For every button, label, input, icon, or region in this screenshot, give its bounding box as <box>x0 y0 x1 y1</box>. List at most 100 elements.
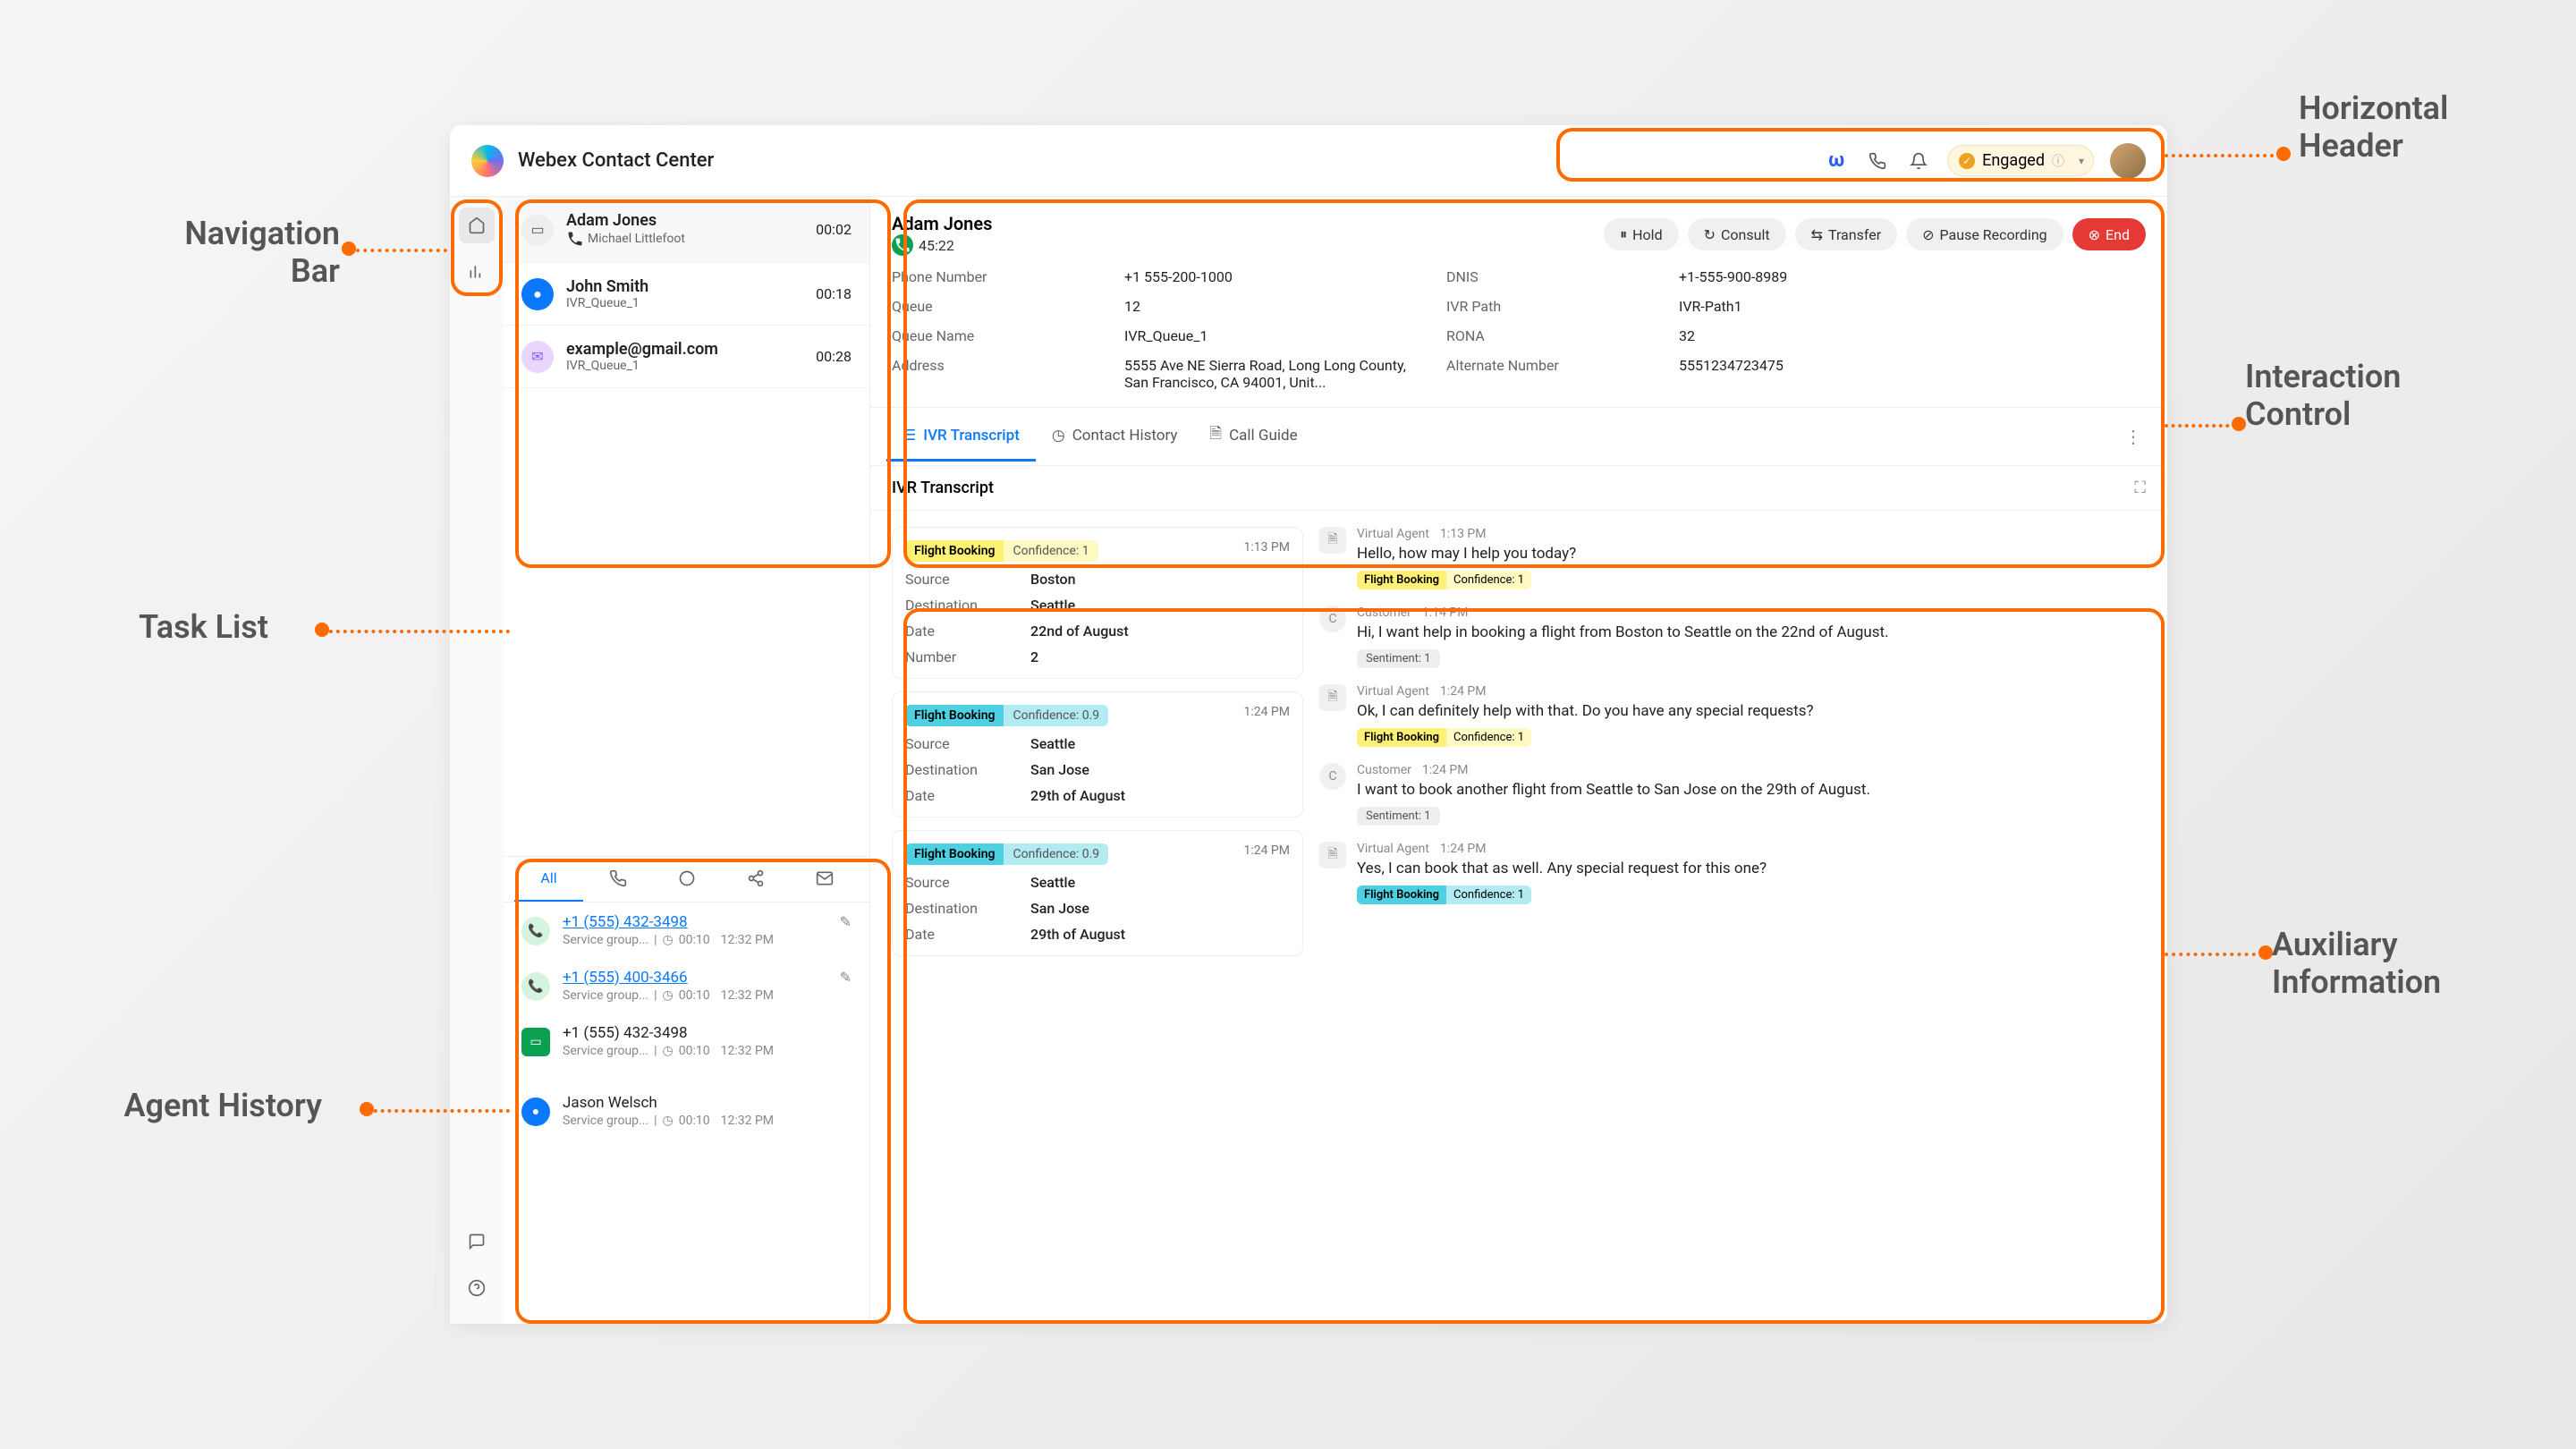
card-time: 1:24 PM <box>1243 705 1290 719</box>
chat-icon: ● <box>521 278 554 310</box>
dial-icon[interactable] <box>1865 148 1890 174</box>
history-tab-mail[interactable] <box>790 857 859 902</box>
task-item[interactable]: ✉ example@gmail.com IVR_Queue_1 00:28 <box>504 326 869 388</box>
history-type-icon: ● <box>521 1097 550 1126</box>
mail-icon: ✉ <box>521 341 554 373</box>
customer-icon: C <box>1319 606 1346 632</box>
ivr-card: 1:24 PM Flight BookingConfidence: 0.9 So… <box>892 691 1303 818</box>
history-tabs: All <box>504 857 869 902</box>
sentiment-chip: Sentiment: 1 <box>1357 807 1440 826</box>
history-tab-chat[interactable] <box>652 857 721 902</box>
transcript-message: 🗎 Virtual Agent1:13 PM Hello, how may I … <box>1319 527 2146 589</box>
tab-ivr-transcript[interactable]: ☰IVR Transcript <box>886 412 1036 462</box>
pause-recording-button[interactable]: ⊘Pause Recording <box>1906 218 2063 250</box>
contact-name: Adam Jones <box>892 213 992 234</box>
task-timer: 00:18 <box>816 285 852 302</box>
app-logo-icon <box>471 145 504 177</box>
history-tab-social[interactable] <box>721 857 790 902</box>
consult-button[interactable]: ↻Consult <box>1688 218 1786 250</box>
more-options-icon[interactable]: ⋮ <box>2124 426 2151 447</box>
callout-label-task: Task List <box>89 608 268 646</box>
status-label: Engaged <box>1982 151 2045 170</box>
virtual-agent-icon: 🗎 <box>1319 842 1346 869</box>
doc-icon: 🗎 <box>1209 422 1222 448</box>
transcript-message: 🗎 Virtual Agent1:24 PM Ok, I can definit… <box>1319 684 2146 747</box>
status-check-icon: ✓ <box>1959 153 1975 169</box>
intent-chip: Flight BookingConfidence: 1 <box>1357 886 1531 904</box>
nav-chat-icon[interactable] <box>459 1224 495 1259</box>
virtual-agent-icon: 🗎 <box>1319 684 1346 711</box>
history-type-icon: 📞 <box>521 972 550 1001</box>
list-icon: ☰ <box>902 427 916 445</box>
message-header: Customer1:14 PM <box>1357 606 2146 620</box>
edit-icon[interactable]: ✎ <box>840 969 852 986</box>
main-content: Adam Jones 45:22 ⏸Hold ↻Consult ⇆Transfe… <box>870 197 2167 1324</box>
history-title[interactable]: +1 (555) 400-3466 <box>563 969 827 987</box>
history-item[interactable]: 📞 +1 (555) 400-3466 Service group...|◷00… <box>504 958 869 1013</box>
call-timer: 45:22 <box>892 234 1006 256</box>
message-text: Ok, I can definitely help with that. Do … <box>1357 702 2146 720</box>
intent-chip: Flight BookingConfidence: 0.9 <box>905 843 1108 865</box>
interaction-details: Phone Number+1 555-200-1000 DNIS+1-555-9… <box>892 268 2146 391</box>
history-item[interactable]: ▭ +1 (555) 432-3498 Service group...|◷00… <box>504 1013 869 1083</box>
callout-label-agent: Agent History <box>54 1087 322 1124</box>
task-name: John Smith <box>566 277 803 296</box>
task-list: ▭ Adam Jones Michael Littlefoot 00:02 ● … <box>504 197 869 388</box>
record-icon: ⊘ <box>1922 226 1934 243</box>
agent-status-dropdown[interactable]: ✓ Engaged ⓘ ▾ <box>1947 145 2094 176</box>
task-sub: Michael Littlefoot <box>566 230 803 248</box>
customer-icon: C <box>1319 763 1346 790</box>
transfer-button[interactable]: ⇆Transfer <box>1795 218 1898 250</box>
nav-analytics[interactable] <box>459 254 495 290</box>
navigation-bar <box>450 197 504 1324</box>
chevron-down-icon: ▾ <box>2079 155 2084 167</box>
edit-icon[interactable]: ✎ <box>840 913 852 930</box>
app-window: Webex Contact Center ω ✓ Engaged ⓘ ▾ <box>450 125 2167 1324</box>
intent-chip: Flight BookingConfidence: 0.9 <box>905 705 1108 726</box>
app-title: Webex Contact Center <box>518 149 1824 172</box>
task-item[interactable]: ● John Smith IVR_Queue_1 00:18 <box>504 263 869 326</box>
task-name: example@gmail.com <box>566 340 803 359</box>
card-time: 1:13 PM <box>1243 540 1290 555</box>
history-title: +1 (555) 432-3498 <box>563 1024 852 1042</box>
hold-button[interactable]: ⏸Hold <box>1604 218 1678 250</box>
card-time: 1:24 PM <box>1243 843 1290 858</box>
message-header: Virtual Agent1:24 PM <box>1357 842 2146 856</box>
history-type-icon: ▭ <box>521 1028 550 1056</box>
history-meta: Service group...|◷00:1012:32 PM <box>563 1114 852 1128</box>
message-text: Yes, I can book that as well. Any specia… <box>1357 860 2146 877</box>
nav-home[interactable] <box>459 208 495 243</box>
message-text: Hello, how may I help you today? <box>1357 545 2146 563</box>
end-button[interactable]: ⊗End <box>2072 218 2146 250</box>
tab-call-guide[interactable]: 🗎Call Guide <box>1193 408 1313 465</box>
task-item[interactable]: ▭ Adam Jones Michael Littlefoot 00:02 <box>504 197 869 263</box>
task-column: ▭ Adam Jones Michael Littlefoot 00:02 ● … <box>504 197 870 1324</box>
callout-label-nav: Navigation Bar <box>80 215 340 290</box>
expand-icon[interactable]: ⛶ <box>2134 479 2146 497</box>
aux-panel-title: IVR Transcript <box>892 479 994 497</box>
transcript-message: C Customer1:14 PM Hi, I want help in boo… <box>1319 606 2146 668</box>
bell-icon[interactable] <box>1906 148 1931 174</box>
message-header: Virtual Agent1:24 PM <box>1357 684 2146 699</box>
ivr-card: 1:24 PM Flight BookingConfidence: 0.9 So… <box>892 830 1303 956</box>
history-tab-phone[interactable] <box>583 857 652 902</box>
nav-help-icon[interactable] <box>459 1270 495 1306</box>
history-title: Jason Welsch <box>563 1094 852 1112</box>
status-info-icon: ⓘ <box>2052 152 2064 170</box>
callout-label-header: Horizontal Header <box>2299 89 2531 165</box>
pause-icon: ⏸ <box>1620 225 1627 243</box>
history-title[interactable]: +1 (555) 432-3498 <box>563 913 827 931</box>
agent-history: All 📞 +1 (555) 432-3498 Service group...… <box>504 856 869 1325</box>
history-item[interactable]: 📞 +1 (555) 432-3498 Service group...|◷00… <box>504 902 869 958</box>
intent-chip: Flight BookingConfidence: 1 <box>1357 571 1531 589</box>
history-item[interactable]: ● Jason Welsch Service group...|◷00:1012… <box>504 1083 869 1139</box>
history-tab-all[interactable]: All <box>514 857 583 902</box>
user-avatar[interactable] <box>2110 143 2146 179</box>
task-sub: IVR_Queue_1 <box>566 296 803 310</box>
tab-contact-history[interactable]: ◷Contact History <box>1036 412 1194 462</box>
aux-tabs: ☰IVR Transcript ◷Contact History 🗎Call G… <box>870 408 2167 466</box>
webex-icon[interactable]: ω <box>1824 148 1849 174</box>
horizontal-header: Webex Contact Center ω ✓ Engaged ⓘ ▾ <box>450 125 2167 197</box>
history-type-icon: 📞 <box>521 917 550 945</box>
phone-active-icon <box>892 234 913 256</box>
